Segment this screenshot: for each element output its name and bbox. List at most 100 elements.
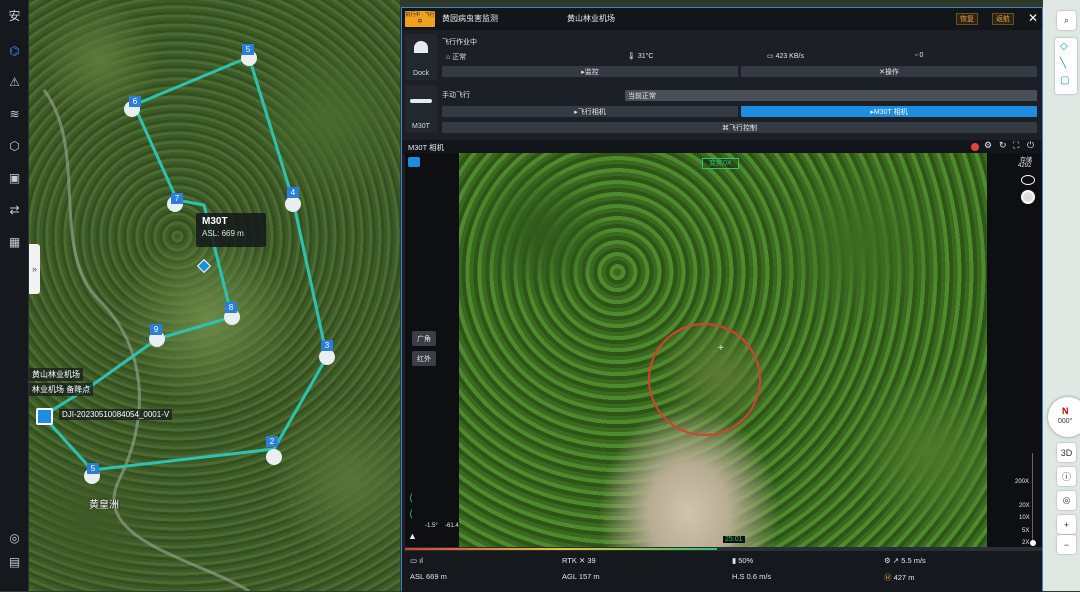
globe-icon: ◎ <box>9 530 20 545</box>
locate-button[interactable]: ◎ <box>1057 491 1076 510</box>
fly-camera-button[interactable]: ▸ 飞行相机 <box>442 106 738 117</box>
info-icon: ⓘ <box>1061 472 1071 482</box>
restore-button[interactable]: 恢复 <box>956 13 978 25</box>
map-search-button[interactable]: ⌕ <box>1057 11 1076 30</box>
monitor-button[interactable]: ▸ 监控 <box>442 66 738 77</box>
sidebar-item-security[interactable]: 安 <box>4 5 25 26</box>
shutter-button[interactable] <box>1021 190 1035 204</box>
drone-tooltip: M30T ASL: 669 m <box>196 213 266 247</box>
sidebar-item-globe[interactable]: ◎ <box>4 527 25 548</box>
camera-header: M30T 相机 ⚙ ↻ ⛶ ⏻ <box>402 140 1042 154</box>
drone-tooltip-asl: ASL: 669 m <box>202 229 244 238</box>
sidebar-item-document[interactable]: ▤ <box>4 551 25 572</box>
fly-camera-label: 飞行相机 <box>577 108 606 116</box>
record-icon[interactable] <box>971 143 979 151</box>
pin-icon[interactable]: ◇ <box>1060 41 1068 52</box>
expand-sidebar-button[interactable]: » <box>29 244 40 294</box>
line-icon[interactable]: ╲ <box>1060 58 1066 69</box>
place-name-label: 黄皇洲 <box>89 500 119 511</box>
sidebar-item-flight-route[interactable]: ⇄ <box>4 199 25 220</box>
rtk-count: 39 <box>587 556 596 565</box>
zoom-in-button[interactable]: + <box>1057 515 1076 534</box>
security-icon: 安 <box>8 9 21 23</box>
zoom-slider-thumb[interactable] <box>1030 540 1036 546</box>
compass[interactable]: N 000° <box>1048 397 1080 437</box>
operate-label: 操作 <box>884 68 899 76</box>
polygon-icon[interactable]: ▢ <box>1060 75 1069 86</box>
distance-indicator: Ⓗ 427 m <box>884 572 914 583</box>
telemetry-bar: ▭ ıl ASL 669 m RTK ✕ 39 AGL 157 m ▮ 50% … <box>402 551 1042 592</box>
sidebar-item-drone[interactable]: ⌬ <box>4 40 25 61</box>
zoom-level-10x[interactable]: 10X <box>1019 515 1030 521</box>
sidebar-item-cube[interactable]: ⬡ <box>4 135 25 156</box>
waypoint-marker[interactable] <box>266 449 282 465</box>
zoom-level-200x[interactable]: 200X <box>1015 479 1029 485</box>
close-icon[interactable]: ✕ <box>1028 11 1038 25</box>
zoom-level-2x[interactable]: 2X <box>1022 540 1029 546</box>
drone-current-state: 当前正常 <box>625 90 1037 101</box>
waypoint-label: 8 <box>225 302 237 313</box>
restore-label: 恢复 <box>960 16 974 23</box>
dock-label: Dock <box>413 70 429 77</box>
return-home-button[interactable]: 返航 <box>992 13 1014 25</box>
settings-icon[interactable]: ⚙ <box>984 140 992 151</box>
wide-mode-button[interactable]: 广角 <box>412 331 436 346</box>
flight-route-icon: ⇄ <box>9 202 20 217</box>
dock-standby-label: 林业机场 备降点 <box>29 383 94 396</box>
hs-value: H.S 0.6 m/s <box>732 572 772 581</box>
gimbal-pitch-icon: ⟨ <box>409 493 413 504</box>
zoom-level-5x[interactable]: 5X <box>1022 528 1029 534</box>
ir-mode-button[interactable]: 红外 <box>412 351 436 366</box>
eye-icon[interactable] <box>1021 175 1035 185</box>
3d-toggle-button[interactable]: 3D <box>1057 443 1076 462</box>
layers-icon: ≋ <box>9 106 20 121</box>
waypoint-label: 5 <box>242 44 254 55</box>
waypoint-marker[interactable] <box>285 196 301 212</box>
dock-device-tab[interactable]: Dock <box>405 34 437 80</box>
flight-control-button[interactable]: ⌘ 飞行控制 <box>442 122 1037 133</box>
device-control-panel: 执行中 · 飞行中 黄园病虫害监测 黄山林业机场 恢复 返航 ✕ Dock 飞行… <box>401 7 1043 592</box>
m30t-camera-button[interactable]: ▸ M30T 相机 <box>741 106 1037 117</box>
wide-label: 广角 <box>417 335 431 343</box>
dock-name: 黄山林业机场 <box>567 14 615 23</box>
left-sidebar: 安 ⌬ ⚠ ≋ ⬡ ▣ ⇄ ▦ ◎ ▤ <box>0 0 29 591</box>
asl-value: ASL 669 m <box>410 572 447 581</box>
monitor-signal-icon: ▭ ıl <box>410 556 423 565</box>
camera-video-feed[interactable]: 变焦0X + <box>459 153 987 550</box>
panel-header: 执行中 · 飞行中 黄园病虫害监测 黄山林业机场 恢复 返航 ✕ <box>402 8 1042 30</box>
drone-label: M30T <box>412 123 430 130</box>
sidebar-item-calendar[interactable]: ▦ <box>4 231 25 252</box>
heading-icon: ▲ <box>408 531 417 541</box>
zoom-level-20x[interactable]: 20X <box>1019 503 1030 509</box>
sidebar-item-media[interactable]: ▣ <box>4 167 25 188</box>
warning-icon: ⚠ <box>9 74 20 89</box>
ir-label: 红外 <box>417 355 431 363</box>
storage-value: 4292 <box>1018 163 1032 169</box>
info-button[interactable]: ⓘ <box>1057 467 1076 486</box>
power-icon[interactable]: ⏻ <box>1027 140 1034 151</box>
camera-icon[interactable] <box>408 157 420 167</box>
fullscreen-icon[interactable]: ⛶ <box>1013 140 1019 151</box>
media-icon: ▣ <box>8 170 21 185</box>
sidebar-item-layers[interactable]: ≋ <box>4 103 25 124</box>
operate-button[interactable]: ✕ 操作 <box>741 66 1037 77</box>
waypoint-label: 9 <box>150 324 162 335</box>
vs-value: 5.5 m/s <box>901 556 926 565</box>
drone-device-tab[interactable]: M30T <box>405 85 437 133</box>
plus-icon: + <box>1063 519 1070 530</box>
m30t-camera-label: M30T 相机 <box>873 108 908 116</box>
waypoint-marker[interactable] <box>319 349 335 365</box>
sidebar-item-warning[interactable]: ⚠ <box>4 71 25 92</box>
zoom-slider-track[interactable] <box>1032 453 1033 545</box>
refresh-icon[interactable]: ↻ <box>999 140 1007 151</box>
waypoint-label: 3 <box>321 340 333 351</box>
waypoint-label: 6 <box>129 96 141 107</box>
battery-value: 50% <box>738 556 754 565</box>
zoom-out-button[interactable]: − <box>1057 535 1076 554</box>
map-view[interactable]: 2 3 4 5 6 7 8 9 5 M30T ASL: 669 m 黄山林业机场… <box>29 0 400 591</box>
return-label: 返航 <box>996 16 1010 23</box>
dock-icon[interactable] <box>36 408 53 425</box>
temperature-value: 31°C <box>637 53 654 60</box>
search-icon: ⌕ <box>1063 15 1070 25</box>
video-left-bar: 广角 红外 ⟨ ⟨ ▲ -1.5° -61.4° <box>405 153 461 550</box>
